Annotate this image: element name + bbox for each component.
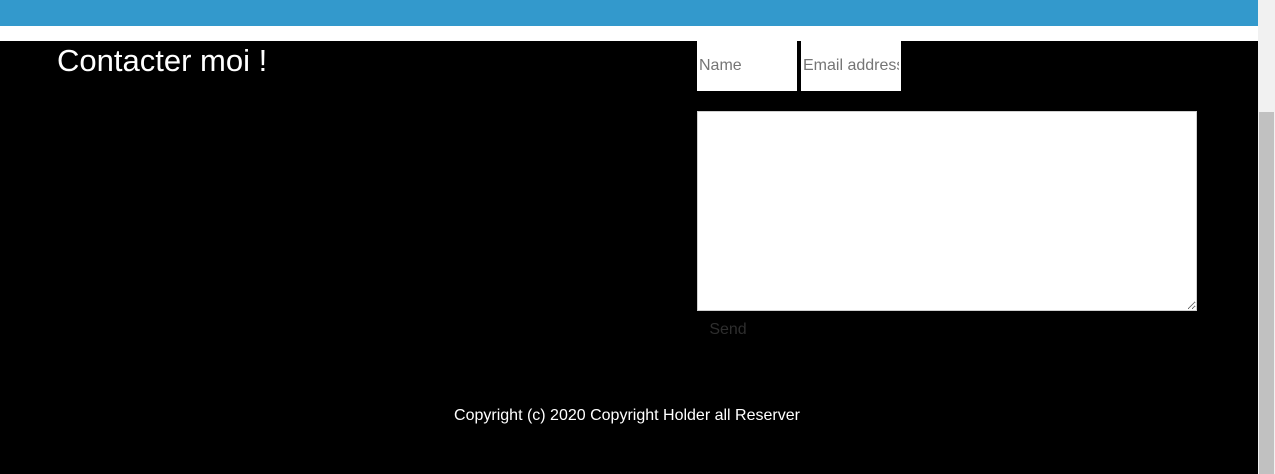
header-divider [0,26,1258,41]
vertical-scrollbar[interactable] [1258,0,1275,474]
contact-heading: Contacter moi ! [57,43,268,78]
send-button[interactable]: Send [697,317,759,342]
copyright-text: Copyright (c) 2020 Copyright Holder all … [454,407,800,424]
scrollbar-thumb[interactable] [1259,112,1274,474]
top-bar [0,0,1258,26]
contact-section: Contacter moi ! Send Copyright (c) 2020 … [0,41,1258,474]
message-field[interactable] [697,111,1197,311]
email-field[interactable] [801,41,901,91]
name-field[interactable] [697,41,797,91]
page: Contacter moi ! Send Copyright (c) 2020 … [0,0,1275,474]
